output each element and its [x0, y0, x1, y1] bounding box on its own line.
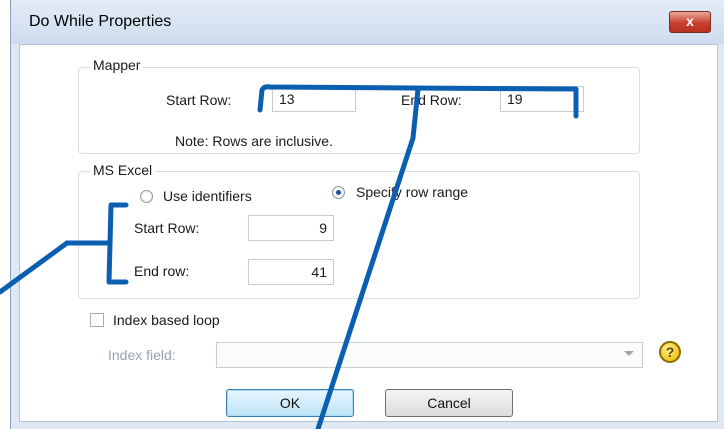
excel-start-row-label: Start Row:	[134, 220, 200, 236]
mapper-legend: Mapper	[90, 57, 144, 73]
close-button[interactable]: x	[669, 11, 711, 33]
index-field-dropdown[interactable]	[216, 342, 643, 368]
dialog-window: Do While Properties x Mapper Start Row: …	[10, 0, 724, 429]
mapper-start-row-input[interactable]: 13	[272, 86, 356, 112]
index-based-loop-checkbox-icon[interactable]	[90, 313, 104, 327]
index-field-label: Index field:	[108, 347, 176, 363]
excel-end-row-input[interactable]: 41	[248, 259, 334, 285]
help-icon[interactable]: ?	[659, 341, 681, 363]
mapper-end-row-label: End Row:	[401, 92, 462, 108]
ms-excel-legend: MS Excel	[90, 162, 156, 178]
dropdown-arrow-icon	[624, 351, 634, 356]
specify-row-range-label[interactable]: Specify row range	[356, 184, 468, 200]
title-bar[interactable]: Do While Properties x	[11, 0, 724, 44]
excel-start-row-input[interactable]: 9	[248, 215, 334, 241]
dialog-title: Do While Properties	[29, 13, 172, 30]
mapper-start-row-label: Start Row:	[166, 92, 232, 108]
index-based-loop-label[interactable]: Index based loop	[113, 312, 220, 328]
specify-row-range-radio-icon[interactable]	[332, 186, 345, 199]
mapper-end-row-input[interactable]: 19	[500, 86, 584, 112]
use-identifiers-radio-icon[interactable]	[140, 190, 153, 203]
dialog-body: Mapper Start Row: 13 End Row: 19 Note: R…	[19, 44, 718, 422]
cancel-button[interactable]: Cancel	[385, 389, 513, 417]
use-identifiers-label[interactable]: Use identifiers	[163, 188, 252, 204]
excel-end-row-label: End row:	[134, 263, 190, 279]
mapper-note: Note: Rows are inclusive.	[175, 133, 333, 149]
ok-button[interactable]: OK	[226, 389, 354, 417]
